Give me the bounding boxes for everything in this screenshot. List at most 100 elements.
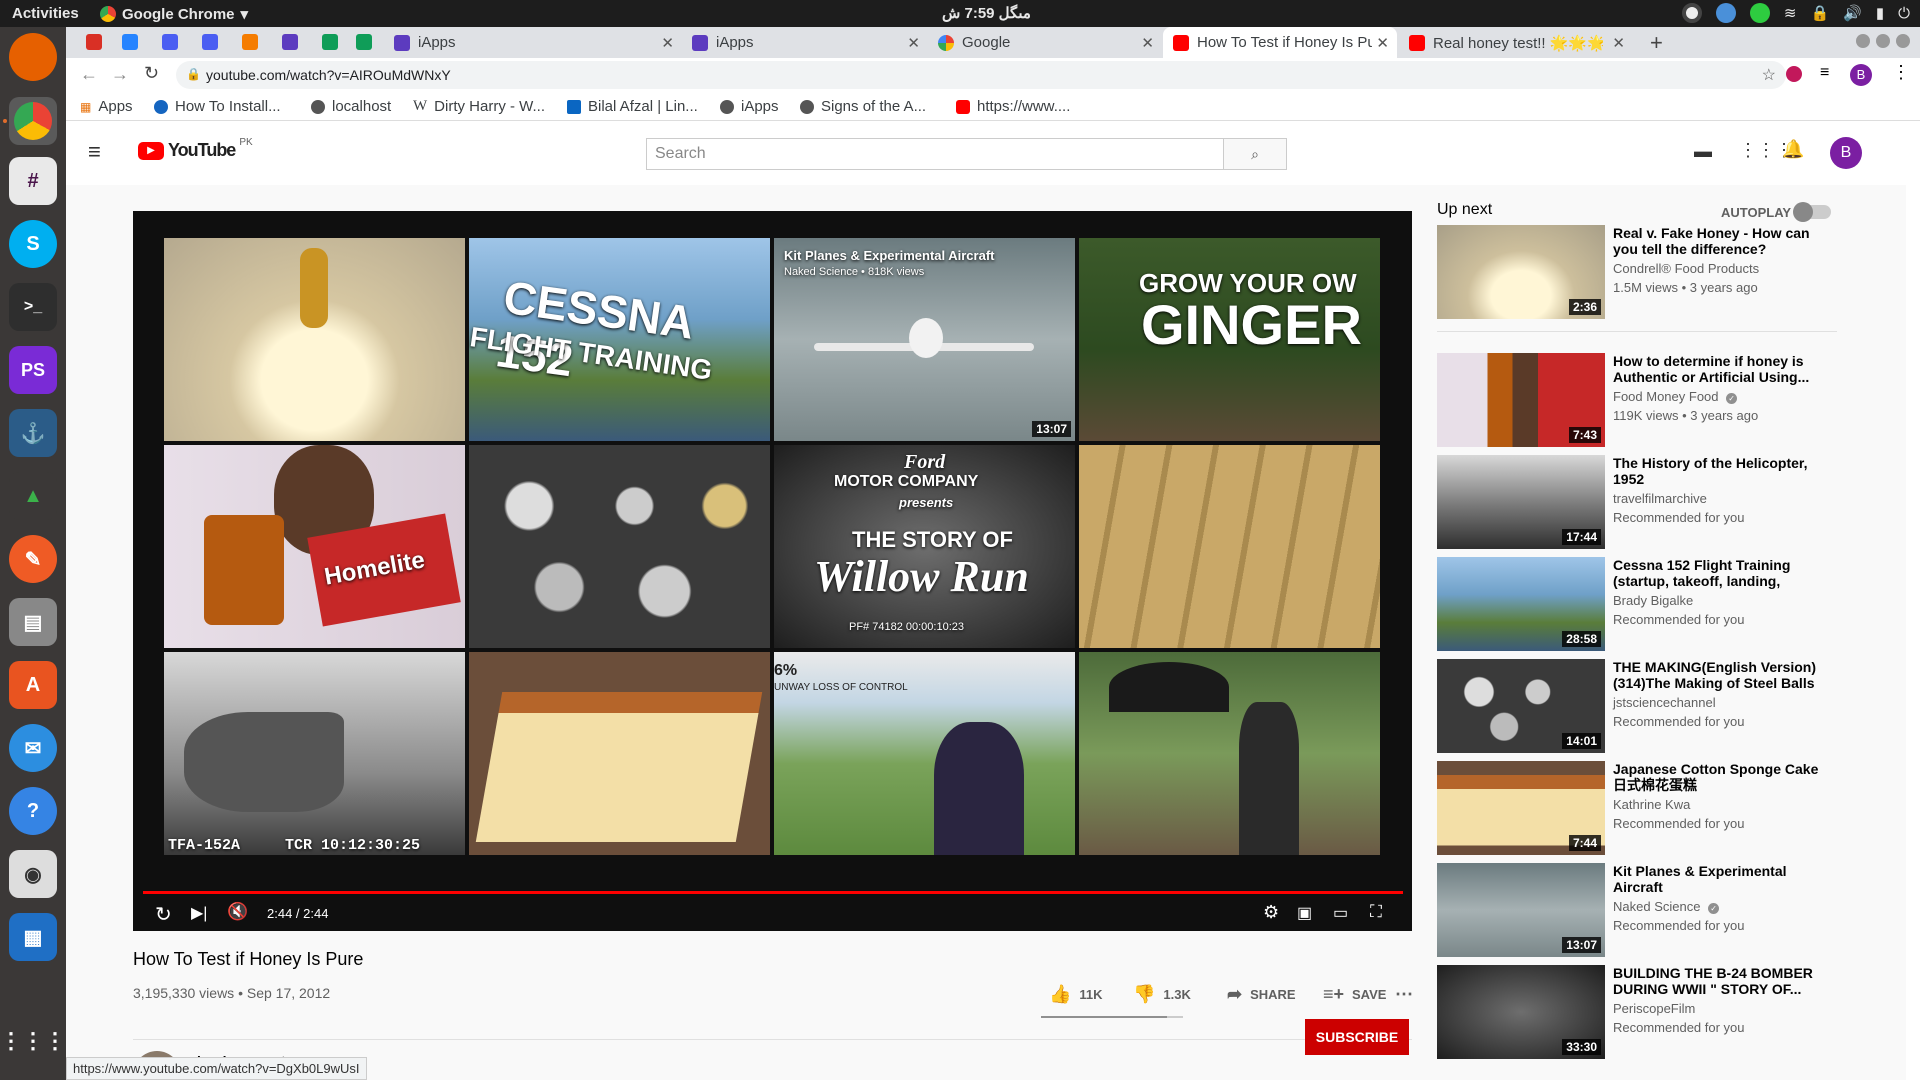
close-icon[interactable]: ✕	[1141, 34, 1154, 52]
new-tab-icon[interactable]: +	[1650, 30, 1663, 56]
save-button[interactable]: ≡+ SAVE	[1323, 984, 1386, 1005]
bookmark-apps[interactable]: ▦ Apps	[80, 98, 133, 115]
address-bar[interactable]: 🔒 youtube.com/watch?v=AIROuMdWNxY ☆	[176, 61, 1786, 89]
replay-icon[interactable]: ↻	[155, 902, 172, 927]
bookmark-star-icon[interactable]: ☆	[1762, 65, 1776, 85]
forward-icon[interactable]: →	[111, 64, 129, 85]
more-actions-icon[interactable]: ⋯	[1395, 984, 1413, 1005]
postman-icon[interactable]: ✎	[9, 535, 57, 583]
recommendation-thumbnail[interactable]: 7:43	[1437, 353, 1605, 447]
autoplay-toggle[interactable]	[1793, 202, 1831, 222]
endscreen-umbrella-video[interactable]	[1079, 652, 1380, 855]
recommendation-item[interactable]: 28:58 Cessna 152 Flight Training (startu…	[1437, 557, 1837, 651]
mysql-workbench-icon[interactable]: ⚓	[9, 409, 57, 457]
recommendation-thumbnail[interactable]: 28:58	[1437, 557, 1605, 651]
battery-icon[interactable]: ▮	[1876, 4, 1884, 22]
slack-tray-icon[interactable]	[1715, 3, 1736, 23]
settings-gear-icon[interactable]: ⚙	[1263, 902, 1279, 923]
firefox-icon[interactable]	[9, 33, 57, 81]
endscreen-kit-planes-video[interactable]: Kit Planes & Experimental Aircraft Naked…	[774, 238, 1075, 441]
software-center-icon[interactable]: A	[9, 661, 57, 709]
endscreen-honey-video[interactable]	[164, 238, 465, 441]
recommendation-title[interactable]: The History of the Helicopter, 1952	[1613, 455, 1823, 487]
bookmark-dirty-harry[interactable]: W Dirty Harry - W...	[413, 98, 545, 115]
create-video-icon[interactable]: ▬	[1694, 141, 1712, 162]
back-icon[interactable]: ←	[80, 64, 98, 85]
bookmark-how-to-install[interactable]: How To Install...	[154, 98, 281, 115]
close-icon[interactable]: ✕	[1376, 34, 1389, 52]
minimize-icon[interactable]	[1856, 34, 1870, 48]
endscreen-soap-video[interactable]	[1079, 445, 1380, 648]
mute-icon[interactable]: 🔇	[227, 902, 248, 922]
dislike-button[interactable]: 👎 1.3K	[1133, 984, 1191, 1005]
close-icon[interactable]: ✕	[661, 34, 674, 52]
recommendation-item[interactable]: 33:30 BUILDING THE B-24 BOMBER DURING WW…	[1437, 965, 1837, 1059]
hamburger-menu-icon[interactable]: ≡	[88, 139, 101, 165]
recommendation-item[interactable]: 17:44 The History of the Helicopter, 195…	[1437, 455, 1837, 549]
gmail-pinned-tab[interactable]	[86, 34, 102, 50]
endscreen-steel-balls-video[interactable]	[469, 445, 770, 648]
endscreen-willow-run-video[interactable]: Ford MOTOR COMPANY presents THE STORY OF…	[774, 445, 1075, 648]
profile-avatar[interactable]: B	[1850, 64, 1872, 86]
recommendation-item[interactable]: 7:44 Japanese Cotton Sponge Cake 日式棉花蛋糕 …	[1437, 761, 1837, 855]
endscreen-ginger-video[interactable]: GROW YOUR OW GINGER	[1079, 238, 1380, 441]
recommendation-title[interactable]: Kit Planes & Experimental Aircraft	[1613, 863, 1823, 895]
recommendation-title[interactable]: Japanese Cotton Sponge Cake 日式棉花蛋糕	[1613, 761, 1823, 793]
help-icon[interactable]: ?	[9, 787, 57, 835]
recommendation-channel[interactable]: PeriscopeFilm	[1613, 1001, 1695, 1016]
subscribe-button[interactable]: SUBSCRIBE	[1305, 1019, 1409, 1055]
video-player[interactable]: CESSNA 152 FLIGHT TRAINING Kit Planes & …	[133, 211, 1412, 931]
skype-icon[interactable]: S	[9, 220, 57, 268]
phpstorm-icon[interactable]: PS	[9, 346, 57, 394]
clock[interactable]: مںگل 7:59 ش	[942, 4, 1031, 22]
activities-button[interactable]: Activities	[12, 5, 79, 22]
endscreen-sponge-cake-video[interactable]	[469, 652, 770, 855]
recommendation-channel[interactable]: travelfilmarchive	[1613, 491, 1707, 506]
robo3t-icon[interactable]: ▲	[9, 472, 57, 520]
miniplayer-icon[interactable]: ▣	[1297, 903, 1312, 923]
media-control-icon[interactable]: ≡	[1820, 64, 1829, 82]
recommendation-channel[interactable]: Naked Science ✓	[1613, 899, 1720, 914]
sheets-pinned-tab-1[interactable]	[322, 34, 338, 50]
pinned-tab-5[interactable]	[242, 34, 258, 50]
fullscreen-icon[interactable]: ⛶	[1370, 902, 1382, 922]
reload-icon[interactable]: ↻	[144, 63, 159, 84]
close-window-icon[interactable]	[1896, 34, 1910, 48]
endscreen-helicopter-video[interactable]: TFA-152A TCR 10:12:30:25	[164, 652, 465, 855]
recommendation-channel[interactable]: Condrell® Food Products	[1613, 261, 1759, 276]
pinned-tab-4[interactable]	[202, 34, 218, 50]
recommendation-title[interactable]: THE MAKING(English Version) (314)The Mak…	[1613, 659, 1823, 691]
slack-icon[interactable]: #	[9, 157, 57, 205]
like-button[interactable]: 👍 11K	[1049, 984, 1103, 1005]
sheets-pinned-tab-2[interactable]	[356, 34, 372, 50]
recommendation-item[interactable]: 13:07 Kit Planes & Experimental Aircraft…	[1437, 863, 1837, 957]
rhythmbox-icon[interactable]: ◉	[9, 850, 57, 898]
recommendation-title[interactable]: Cessna 152 Flight Training (startup, tak…	[1613, 557, 1823, 589]
recommendation-thumbnail[interactable]: 14:01	[1437, 659, 1605, 753]
recommendation-channel[interactable]: Brady Bigalke	[1613, 593, 1693, 608]
youtube-logo[interactable]: ▶ YouTube PK	[138, 137, 253, 161]
tab-honey-test-active[interactable]: How To Test if Honey Is Pure ✕	[1163, 27, 1397, 58]
recommendation-item[interactable]: 14:01 THE MAKING(English Version) (314)T…	[1437, 659, 1837, 753]
endscreen-cessna-video[interactable]: CESSNA 152 FLIGHT TRAINING	[469, 238, 770, 441]
wifi-icon[interactable]: ≋	[1784, 4, 1797, 22]
recommendation-thumbnail[interactable]: 33:30	[1437, 965, 1605, 1059]
system-tray[interactable]: ≋ 🔒 🔊 ▮ ⏻	[1681, 3, 1910, 23]
pinned-tab-3[interactable]	[162, 34, 178, 50]
next-icon[interactable]: ▶|	[191, 903, 207, 923]
close-icon[interactable]: ✕	[1612, 34, 1625, 52]
libreoffice-writer-icon[interactable]: ▦	[9, 913, 57, 961]
search-button[interactable]: ⌕	[1223, 138, 1287, 170]
theater-mode-icon[interactable]: ▭	[1333, 903, 1348, 923]
check-icon[interactable]	[1749, 3, 1770, 23]
search-input[interactable]: Search	[646, 138, 1224, 170]
record-icon[interactable]	[1681, 3, 1702, 23]
extension-icon[interactable]	[1786, 66, 1802, 82]
recommendation-item[interactable]: 2:36 Real v. Fake Honey - How can you te…	[1437, 225, 1837, 319]
bookmark-signs[interactable]: Signs of the A...	[800, 98, 926, 115]
recommendation-title[interactable]: BUILDING THE B-24 BOMBER DURING WWII " S…	[1613, 965, 1823, 997]
recommendation-thumbnail[interactable]: 2:36	[1437, 225, 1605, 319]
recommendation-thumbnail[interactable]: 13:07	[1437, 863, 1605, 957]
tab-iapps-1[interactable]: iApps ✕	[384, 27, 682, 58]
account-avatar[interactable]: B	[1830, 137, 1862, 169]
